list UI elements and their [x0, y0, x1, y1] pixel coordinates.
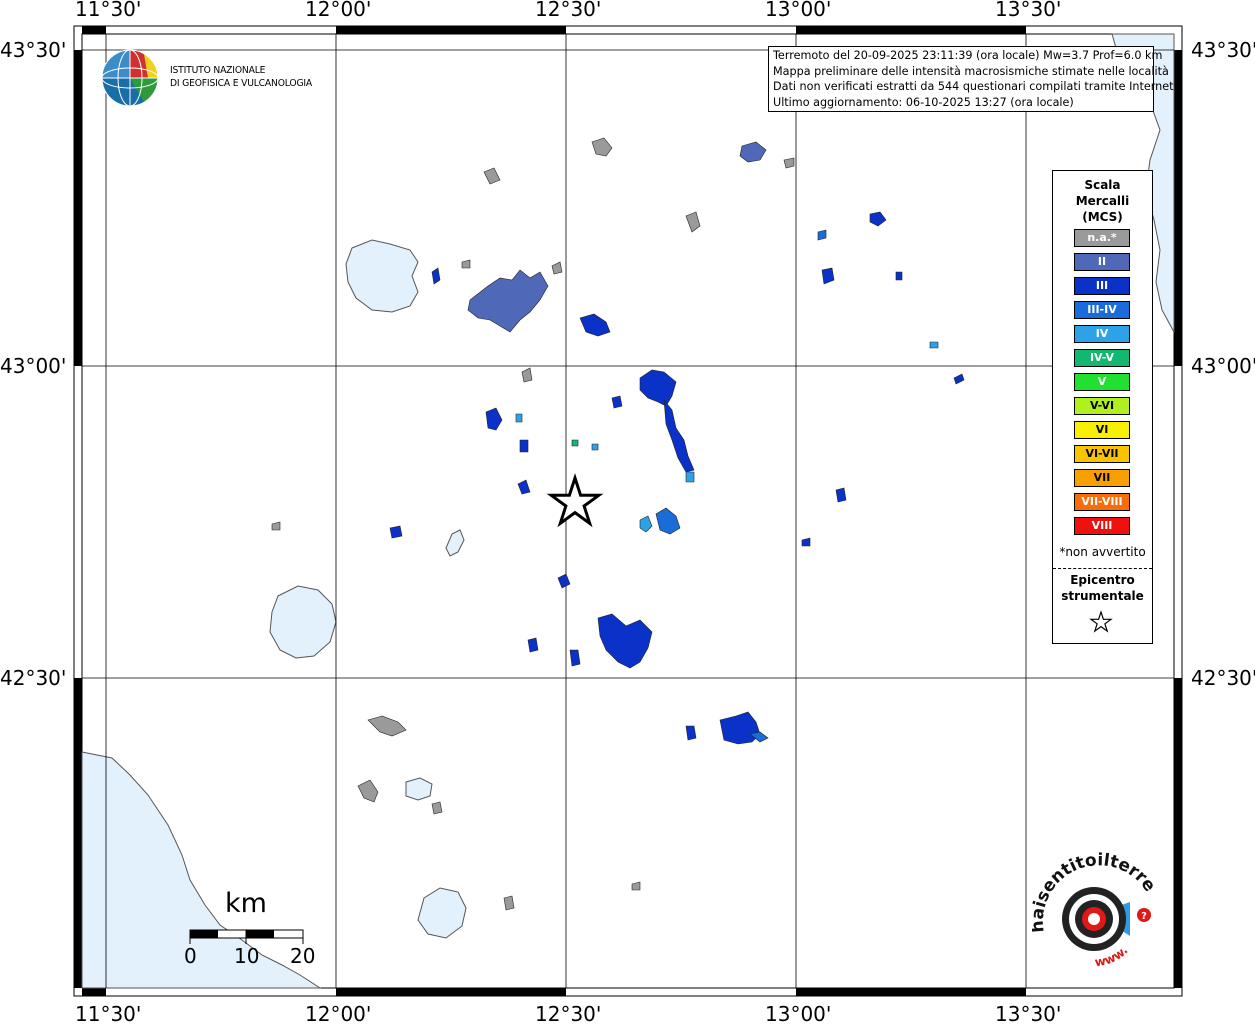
lon-label-bottom: 12°30': [535, 1002, 602, 1026]
event-info-line: Dati non verificati estratti da 544 ques…: [773, 80, 1178, 93]
legend-item: V-VI: [1074, 397, 1130, 415]
legend-item: VIII: [1074, 517, 1130, 535]
lon-label-top: 13°00': [765, 0, 832, 21]
lat-label-left: 43°30': [0, 38, 67, 62]
lon-label-bottom: 13°30': [995, 1002, 1062, 1026]
lon-label-top: 13°30': [995, 0, 1062, 21]
scale-unit: km: [225, 888, 267, 919]
legend-title-line: Mercalli: [1075, 194, 1130, 208]
event-info-line: Ultimo aggiornamento: 06-10-2025 13:27 (…: [773, 95, 1074, 109]
question-icon: ?: [1141, 911, 1147, 922]
lon-label-top: 11°30': [75, 0, 142, 21]
legend-item: II: [1074, 253, 1130, 271]
lon-label-top: 12°30': [535, 0, 602, 21]
lat-label-left: 42°30': [0, 666, 67, 690]
legend-epicenter-line: strumentale: [1061, 589, 1144, 603]
legend-item: VII: [1074, 469, 1130, 487]
legend-note: *non avvertito: [1059, 545, 1146, 559]
map-frame: [73, 25, 1183, 997]
legend-title-line: Scala: [1084, 178, 1121, 192]
ingv-logo: ISTITUTO NAZIONALE DI GEOFISICA E VULCAN…: [100, 48, 330, 110]
globe-icon: [101, 49, 159, 107]
scale-tick-label: 20: [290, 944, 316, 968]
legend-epicenter-label: Epicentro strumentale: [1053, 572, 1152, 604]
ingv-name-line2: DI GEOFISICA E VULCANOLOGIA: [170, 78, 313, 89]
lat-label-right: 42°30': [1191, 666, 1255, 690]
event-info-line: Mappa preliminare delle intensità macros…: [773, 64, 1169, 78]
intensity-legend: Scala Mercalli (MCS) n.a.* II III III-IV IV I…: [1052, 170, 1153, 644]
event-info-line: Terremoto del 20-09-2025 23:11:39 (ora l…: [773, 49, 1163, 62]
target-icon: ? haisentitoilterremoto.it www.: [1032, 852, 1159, 969]
lat-label-left: 43°00': [0, 354, 67, 378]
haisentito-logo: ? haisentitoilterremoto.it www.: [1032, 852, 1162, 982]
legend-epicenter-line: Epicentro: [1070, 573, 1135, 587]
legend-divider: [1053, 568, 1152, 569]
legend-title: Scala Mercalli (MCS): [1053, 177, 1152, 225]
scale-tick-label: 10: [234, 944, 260, 968]
lat-label-right: 43°30': [1191, 38, 1255, 62]
legend-item: V: [1074, 373, 1130, 391]
lon-label-bottom: 11°30': [75, 1002, 142, 1026]
lon-label-bottom: 12°00': [305, 1002, 372, 1026]
event-info-box: Terremoto del 20-09-2025 23:11:39 (ora l…: [768, 46, 1178, 112]
legend-item: III-IV: [1074, 301, 1130, 319]
legend-item: VI-VII: [1074, 445, 1130, 463]
intensity-map: 11°30' 12°00' 12°30' 13°00' 13°30' 11°30…: [0, 0, 1255, 1026]
legend-item: VI: [1074, 421, 1130, 439]
legend-item: VII-VIII: [1074, 493, 1130, 511]
scale-tick-label: 0: [184, 944, 197, 968]
lon-label-top: 12°00': [305, 0, 372, 21]
legend-items: n.a.* II III III-IV IV IV-V V V-VI VI VI-VII VII VI…: [1074, 229, 1130, 541]
legend-title-line: (MCS): [1082, 210, 1123, 224]
lat-label-right: 43°00': [1191, 354, 1255, 378]
legend-item: n.a.*: [1074, 229, 1130, 247]
legend-item: IV-V: [1074, 349, 1130, 367]
ingv-name-line1: ISTITUTO NAZIONALE: [170, 65, 266, 76]
legend-item: IV: [1074, 325, 1130, 343]
ingv-name: ISTITUTO NAZIONALE DI GEOFISICA E VULCAN…: [170, 64, 312, 90]
lon-label-bottom: 13°00': [765, 1002, 832, 1026]
legend-item: III: [1074, 277, 1130, 295]
star-icon: [1089, 610, 1113, 633]
